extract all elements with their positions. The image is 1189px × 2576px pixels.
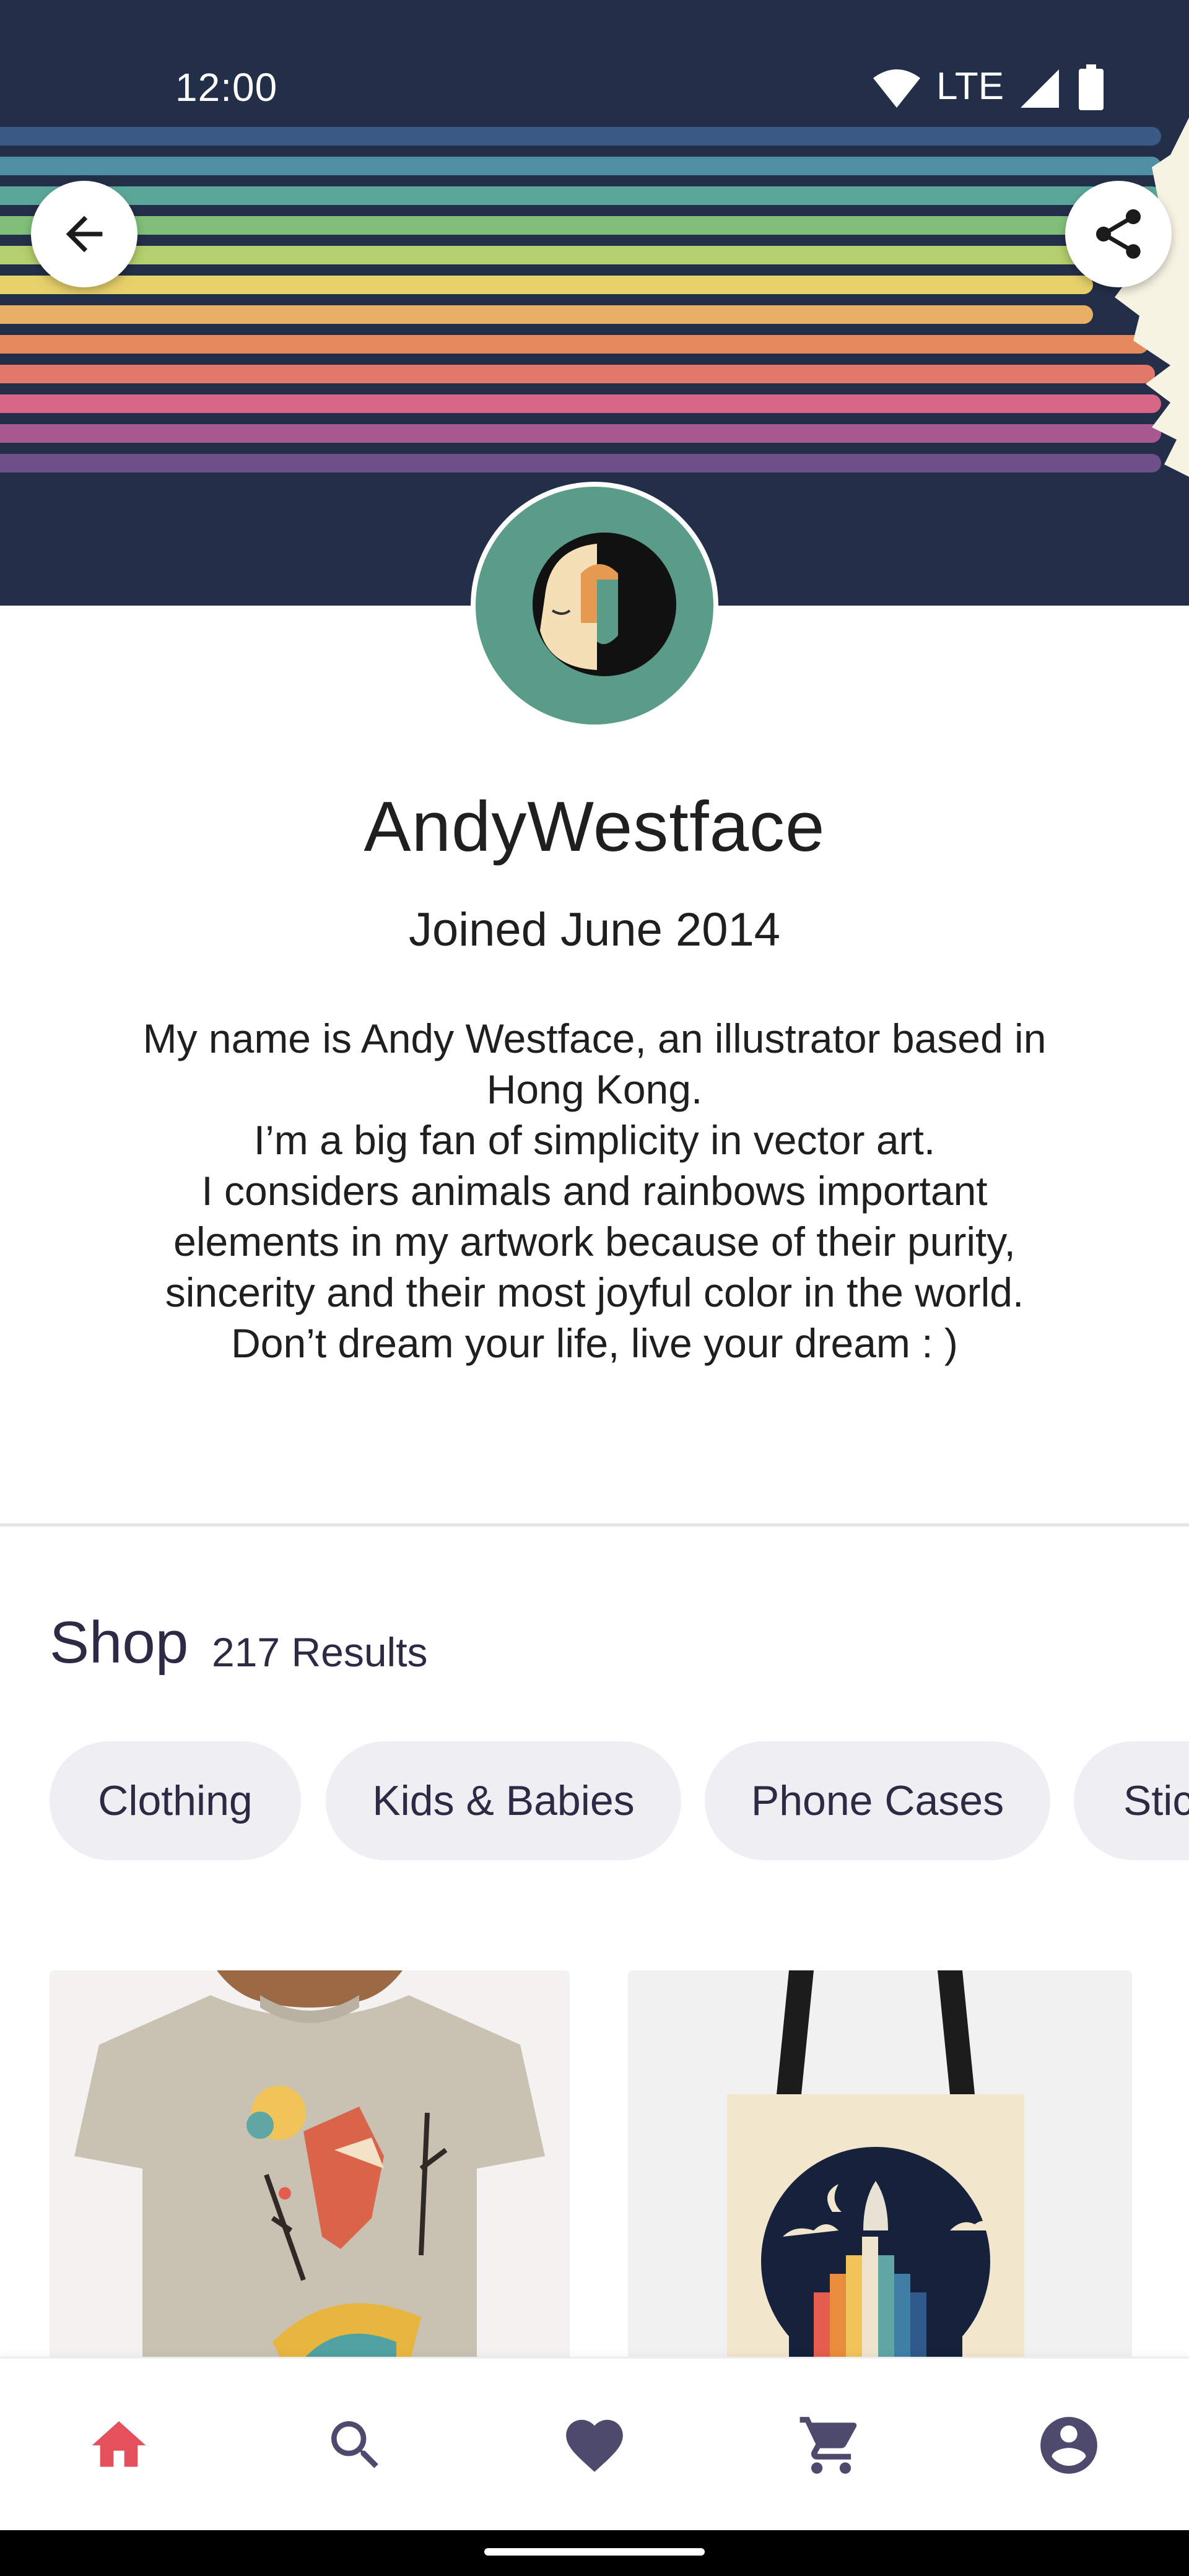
avatar-image [476,487,713,724]
fox-tshirt-image [50,1970,570,2367]
nav-account[interactable] [1026,2402,1112,2489]
home-gesture-handle[interactable] [484,2548,705,2556]
signal-icon [1021,69,1059,108]
heart-icon [566,2419,623,2472]
shop-title: Shop [50,1609,189,1676]
network-type: LTE [936,65,1004,108]
chip-stickers[interactable]: Stic [1074,1741,1189,1860]
nav-cart[interactable] [788,2402,874,2489]
wifi-icon [873,69,920,108]
chip-phone-cases[interactable]: Phone Cases [705,1741,1050,1860]
category-chips: Clothing Kids & Babies Phone Cases Stic [50,1741,1189,1860]
search-icon [331,2421,378,2468]
bio-line: Don’t dream your life, live your dream :… [231,1320,958,1366]
avatar [471,482,718,729]
product-card[interactable] [628,1970,1132,2367]
shop-results-count: 217 Results [212,1629,428,1675]
product-card[interactable] [50,1970,570,2367]
profile-joined-date: Joined June 2014 [408,903,781,956]
share-icon [1096,209,1141,259]
bio-line: sincerity and their most joyful color in… [165,1269,1024,1315]
rocket-tote-bag-image [628,1970,1132,2367]
arrow-back-icon [66,215,103,253]
cart-icon [799,2417,857,2474]
chip-clothing[interactable]: Clothing [50,1741,301,1860]
profile-bio: My name is Andy Westface, an illustrator… [87,1013,1102,1368]
bio-line: I’m a big fan of simplicity in vector ar… [253,1117,936,1163]
nav-home[interactable] [76,2402,162,2489]
home-icon [92,2421,146,2467]
account-icon [1040,2417,1097,2474]
bio-line: My name is Andy Westface, an illustrator… [142,1016,1047,1061]
status-bar: 12:00 LTE [0,0,1189,124]
bio-line: Hong Kong. [486,1066,703,1112]
battery-icon [1079,64,1104,110]
nav-search[interactable] [312,2402,399,2489]
share-button[interactable] [1065,181,1172,287]
bottom-navigation [0,2357,1189,2532]
back-button[interactable] [31,181,137,287]
bio-line: elements in my artwork because of their … [173,1219,1016,1264]
status-time: 12:00 [175,65,278,110]
chip-kids-babies[interactable]: Kids & Babies [326,1741,681,1860]
nav-favorites[interactable] [551,2402,638,2489]
section-divider [0,1523,1189,1526]
bio-line: I considers animals and rainbows importa… [201,1168,988,1214]
bird-illustration [1115,118,1189,477]
profile-username: AndyWestface [364,788,825,866]
